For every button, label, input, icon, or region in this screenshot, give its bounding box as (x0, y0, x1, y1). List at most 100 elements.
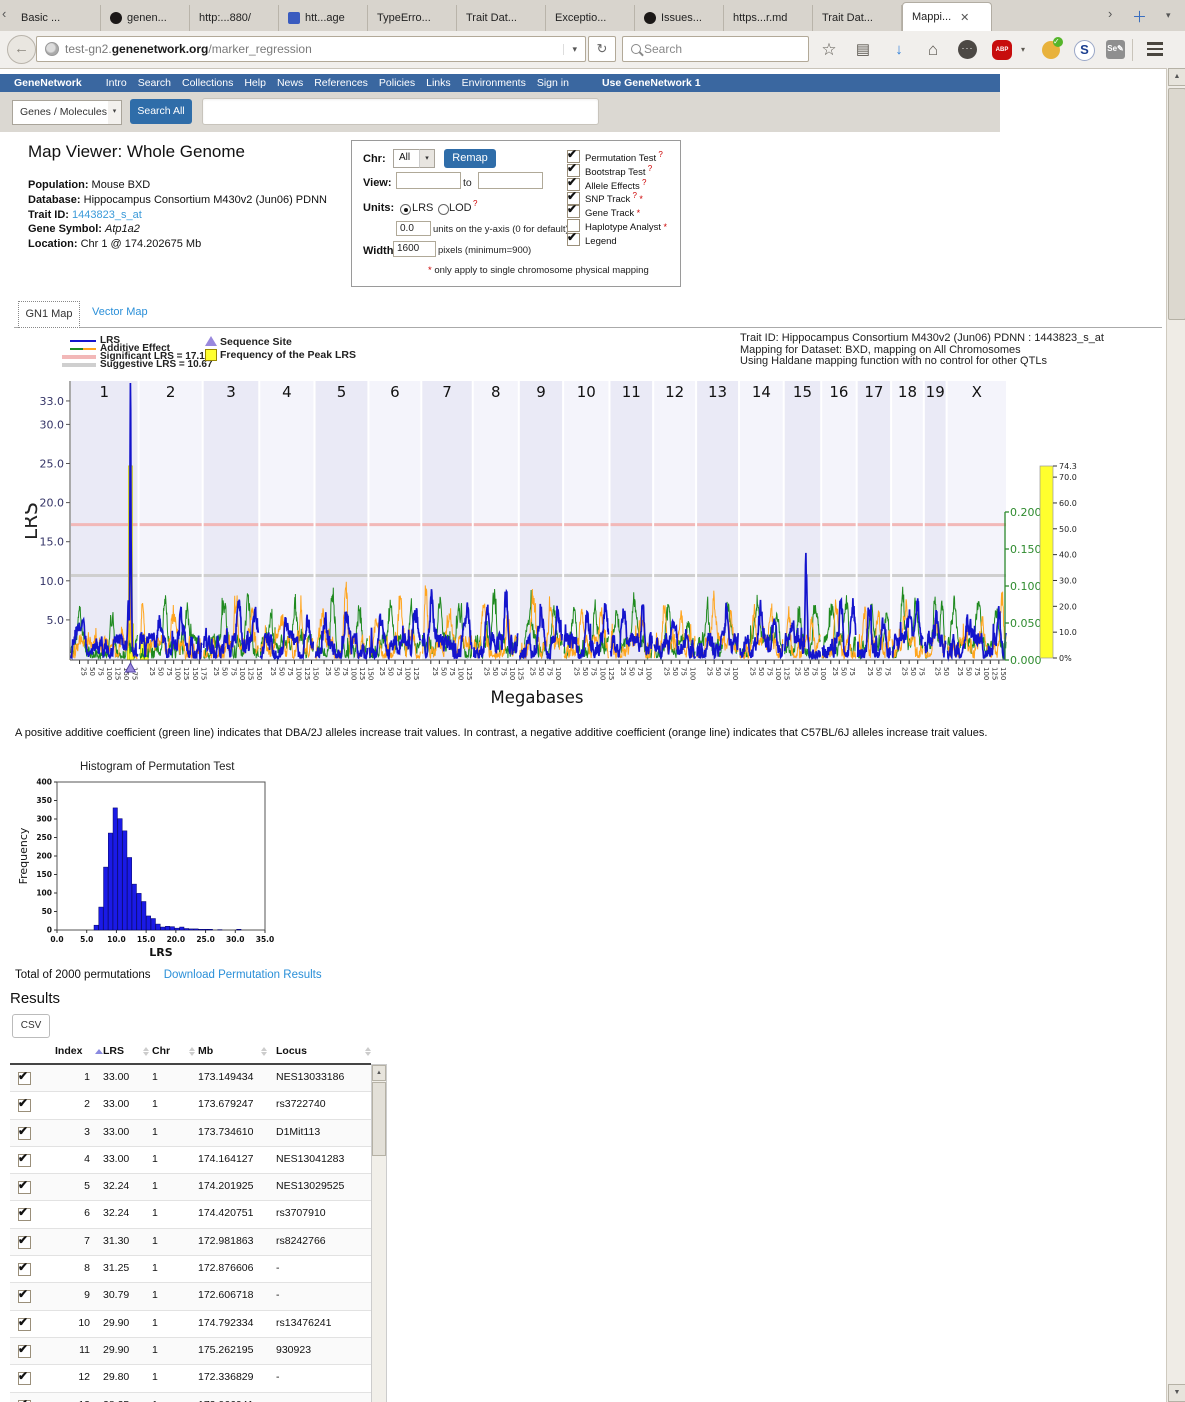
browser-tab[interactable]: Issues... (635, 5, 724, 31)
sort-icon[interactable] (365, 1047, 371, 1056)
info-value[interactable]: 1443823_s_at (72, 209, 142, 221)
chromosome-panel-17[interactable] (858, 381, 890, 660)
browser-tab[interactable]: Basic ... (12, 5, 101, 31)
tab-scroll-left-icon[interactable]: ‹ (2, 6, 6, 21)
site-search-input[interactable] (202, 98, 599, 125)
row-checkbox[interactable] (18, 1318, 31, 1331)
sort-asc-icon[interactable] (95, 1049, 103, 1054)
remap-button[interactable]: Remap (444, 149, 496, 168)
browser-tab[interactable]: Mappi...✕ (902, 2, 992, 31)
browser-tab[interactable]: Exceptio... (546, 5, 635, 31)
row-checkbox[interactable] (18, 1208, 31, 1221)
row-checkbox[interactable] (18, 1345, 31, 1358)
home-icon[interactable]: ⌂ (922, 39, 944, 61)
select-dropdown-icon[interactable]: ▾ (108, 100, 122, 125)
reload-button[interactable]: ↻ (588, 36, 616, 62)
chromosome-panel-8[interactable] (474, 381, 518, 660)
messenger-icon[interactable]: ··· (958, 40, 977, 59)
sort-icon[interactable] (261, 1047, 267, 1056)
row-checkbox[interactable] (18, 1263, 31, 1276)
browser-tab[interactable]: htt...age (279, 5, 368, 31)
list-tabs-icon[interactable]: ▾ (1166, 10, 1171, 21)
selenium-icon[interactable]: Se✎ (1106, 40, 1125, 59)
row-checkbox[interactable] (18, 1154, 31, 1167)
browser-tab[interactable]: Trait Dat... (457, 5, 546, 31)
view-to-input[interactable] (478, 172, 543, 189)
search-category-select[interactable]: Genes / Molecules (12, 100, 117, 125)
column-header-chr[interactable]: Chr (152, 1045, 170, 1057)
yaxis-units-input[interactable]: 0.0 (396, 221, 431, 236)
checkbox-legend[interactable]: Legend (567, 233, 617, 247)
skype-icon[interactable]: S (1074, 40, 1095, 61)
checkbox-icon[interactable] (567, 205, 580, 218)
checkbox-snp-track[interactable]: SNP Track ? * (567, 191, 643, 205)
table-scroll-up-icon[interactable]: ▲ (372, 1065, 386, 1081)
view-from-input[interactable] (396, 172, 461, 189)
tab-vector-map[interactable]: Vector Map (92, 306, 148, 318)
chromosome-panel-2[interactable] (140, 381, 202, 660)
adblock-dropdown-icon[interactable]: ▾ (1012, 39, 1034, 61)
nav-link-search[interactable]: Search (138, 77, 171, 89)
row-checkbox[interactable] (18, 1372, 31, 1385)
url-dropdown-icon[interactable]: ▾ (563, 44, 585, 55)
download-permutation-link[interactable]: Download Permutation Results (164, 969, 322, 981)
url-bar[interactable]: test-gn2.genenetwork.org/marker_regressi… (36, 36, 586, 62)
browser-scrollbar[interactable]: ▲ ▼ (1166, 68, 1185, 1402)
column-header-mb[interactable]: Mb (198, 1045, 213, 1057)
chromosome-panel-4[interactable] (260, 381, 313, 660)
row-checkbox[interactable] (18, 1127, 31, 1140)
tab-scroll-right-icon[interactable]: › (1108, 6, 1112, 21)
browser-tab[interactable]: Trait Dat... (813, 5, 902, 31)
reading-list-icon[interactable]: ▤ (852, 39, 874, 61)
lrs-radio[interactable] (400, 204, 411, 215)
bookmark-star-icon[interactable]: ☆ (818, 39, 840, 61)
browser-scrollbar-thumb[interactable] (1168, 88, 1185, 320)
browser-tab[interactable]: genen... (101, 5, 190, 31)
table-scrollbar[interactable]: ▲ (371, 1064, 387, 1402)
nav-link-news[interactable]: News (277, 77, 303, 89)
search-field[interactable]: Search (622, 36, 809, 62)
nav-link-help[interactable]: Help (244, 77, 266, 89)
units-help-icon[interactable]: ? (473, 199, 477, 208)
width-input[interactable]: 1600 (393, 241, 436, 257)
scroll-down-icon[interactable]: ▼ (1168, 1384, 1185, 1402)
chr-select-arrow-icon[interactable]: ▾ (419, 149, 435, 168)
search-all-button[interactable]: Search All (130, 99, 192, 124)
nav-link-links[interactable]: Links (426, 77, 451, 89)
account-icon[interactable] (1042, 41, 1060, 59)
tab-close-icon[interactable]: ✕ (960, 11, 969, 24)
site-identity-icon[interactable] (45, 42, 59, 56)
nav-link-policies[interactable]: Policies (379, 77, 415, 89)
sort-icon[interactable] (143, 1047, 149, 1056)
checkbox-gene-track[interactable]: Gene Track * (567, 205, 640, 219)
tab-gn1-map[interactable]: GN1 Map (18, 301, 80, 328)
table-scrollbar-thumb[interactable] (372, 1082, 386, 1156)
row-checkbox[interactable] (18, 1236, 31, 1249)
nav-link-collections[interactable]: Collections (182, 77, 233, 89)
column-header-lrs[interactable]: LRS (103, 1045, 124, 1057)
scroll-up-icon[interactable]: ▲ (1168, 68, 1185, 86)
browser-tab[interactable]: TypeErro... (368, 5, 457, 31)
menu-icon[interactable] (1144, 39, 1166, 61)
checkbox-permutation-test[interactable]: Permutation Test ? (567, 150, 663, 164)
nav-use-gn1[interactable]: Use GeneNetwork 1 (602, 77, 701, 89)
new-tab-icon[interactable]: ＋ (1132, 6, 1147, 27)
checkbox-allele-effects[interactable]: Allele Effects ? (567, 178, 646, 192)
browser-tab[interactable]: https...r.md (724, 5, 813, 31)
row-checkbox[interactable] (18, 1290, 31, 1303)
nav-link-references[interactable]: References (314, 77, 368, 89)
nav-link-intro[interactable]: Intro (106, 77, 127, 89)
lod-radio[interactable] (438, 204, 449, 215)
chromosome-panel-11[interactable] (610, 381, 652, 660)
checkbox-icon[interactable] (567, 233, 580, 246)
brand-genenetwork[interactable]: GeneNetwork (14, 77, 82, 89)
chromosome-panel-12[interactable] (654, 381, 695, 660)
checkbox-haplotype-analyst[interactable]: Haplotype Analyst * (567, 219, 667, 233)
nav-link-sign-in[interactable]: Sign in (537, 77, 569, 89)
back-button[interactable]: ← (7, 35, 36, 64)
nav-link-environments[interactable]: Environments (462, 77, 526, 89)
row-checkbox[interactable] (18, 1181, 31, 1194)
column-header-locus[interactable]: Locus (276, 1045, 307, 1057)
row-checkbox[interactable] (18, 1072, 31, 1085)
download-icon[interactable]: ↓ (888, 39, 910, 61)
